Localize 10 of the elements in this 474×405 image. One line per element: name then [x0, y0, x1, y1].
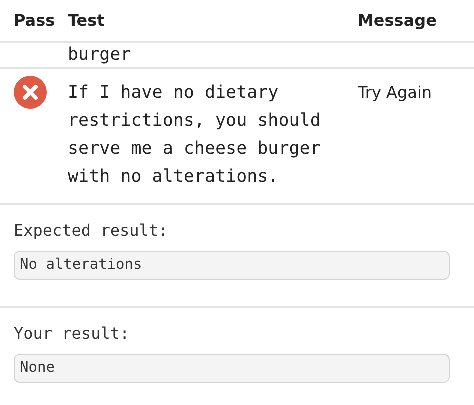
result-message: Try Again [358, 82, 434, 104]
column-header: Message [358, 11, 438, 30]
result-label: Expected result: [14, 220, 170, 242]
column-header: Pass [14, 11, 56, 30]
result-label: Your result: [14, 323, 131, 345]
result-field: None [14, 354, 450, 383]
column-header: Test [68, 11, 106, 30]
result-field: No alterations [14, 251, 450, 280]
test-description: If I have no dietary restrictions, you should serve me a cheese burger with no alterations. [68, 82, 322, 189]
test-description: burger [68, 44, 132, 67]
